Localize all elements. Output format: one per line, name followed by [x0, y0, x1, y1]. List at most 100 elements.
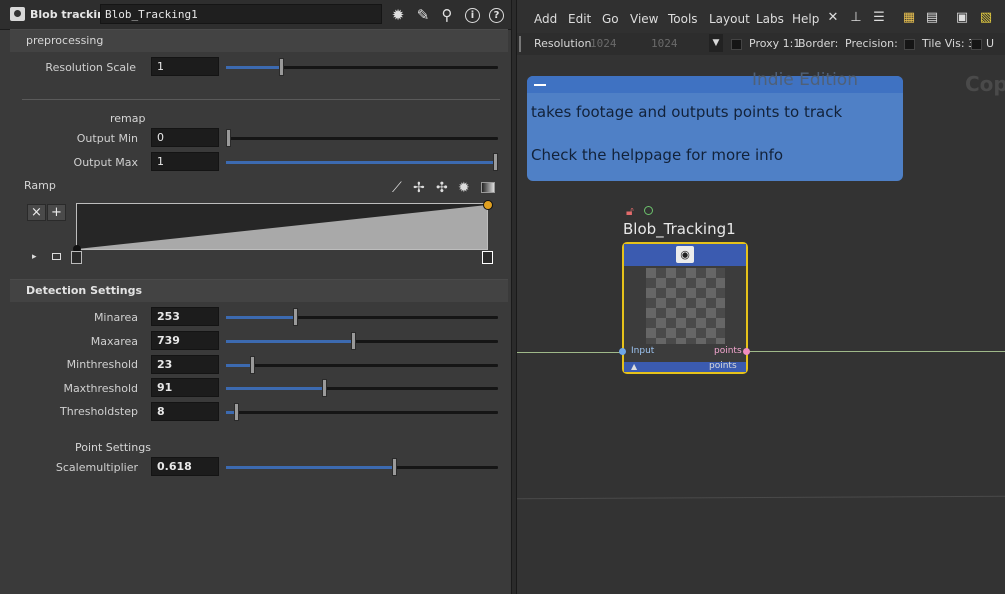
minarea-slider[interactable]: [226, 308, 498, 326]
list-icon[interactable]: ☰: [871, 10, 887, 26]
input-wire[interactable]: [517, 352, 623, 353]
status-icon[interactable]: [644, 206, 653, 215]
resolution-width[interactable]: 1024: [590, 37, 617, 50]
preview-checkerboard: [646, 268, 725, 344]
distribute-icon[interactable]: ✣: [436, 180, 448, 196]
slider-handle[interactable]: [493, 153, 498, 171]
resolution-height[interactable]: 1024: [651, 37, 678, 50]
sticky-note-line2: Check the helppage for more info: [531, 146, 784, 164]
section-detection-settings[interactable]: Detection Settings: [10, 279, 508, 302]
divider: [22, 99, 500, 100]
tree-icon[interactable]: ⊥: [848, 10, 864, 26]
slider-handle[interactable]: [392, 458, 397, 476]
border-label: Border:: [798, 37, 839, 50]
output-min-slider[interactable]: [226, 129, 498, 147]
gear-icon[interactable]: ✹: [389, 6, 407, 24]
output-max-field[interactable]: 1: [151, 152, 219, 171]
menu-go[interactable]: Go: [602, 12, 619, 26]
maxarea-slider[interactable]: [226, 332, 498, 350]
minthreshold-slider[interactable]: [226, 356, 498, 374]
scalemultiplier-slider[interactable]: [226, 458, 498, 476]
scalemultiplier-label: Scalemultiplier: [55, 461, 138, 474]
tilevis-label: Tile Vis: 3: [922, 37, 976, 50]
interpolation-icon[interactable]: ⟋: [392, 180, 402, 196]
u-label: U: [986, 37, 995, 50]
menu-labs[interactable]: Labs: [756, 12, 784, 26]
resolution-dropdown[interactable]: ▼: [709, 34, 723, 52]
ramp-key-left[interactable]: [71, 251, 82, 264]
network-icon[interactable]: ▣: [954, 10, 970, 26]
output-max-slider[interactable]: [226, 153, 498, 171]
footer-label: points: [709, 361, 737, 371]
maxthreshold-field[interactable]: 91: [151, 378, 219, 397]
slider-fill: [226, 466, 392, 469]
slider-handle[interactable]: [234, 403, 239, 421]
menu-help[interactable]: Help: [792, 12, 819, 26]
menu-view[interactable]: View: [630, 12, 658, 26]
collapse-icon[interactable]: [534, 84, 546, 86]
display-flag-eye-icon[interactable]: ◉: [676, 246, 694, 263]
ramp-add-button[interactable]: +: [47, 204, 66, 221]
ramp-remove-button[interactable]: ×: [27, 204, 46, 221]
menu-add[interactable]: Add: [534, 12, 557, 26]
slider-fill: [226, 340, 351, 343]
proxy-checkbox[interactable]: [731, 39, 742, 50]
ramp-editor[interactable]: [76, 203, 488, 250]
thresholdstep-field[interactable]: 8: [151, 402, 219, 421]
tilevis-checkbox[interactable]: [904, 39, 915, 50]
node-type-icon: [10, 7, 25, 21]
minthreshold-field[interactable]: 23: [151, 355, 219, 374]
slider-handle[interactable]: [293, 308, 298, 326]
expand-icon[interactable]: ▲: [631, 362, 637, 371]
sticky-note-icon[interactable]: ▧: [978, 10, 994, 26]
maxarea-field[interactable]: 739: [151, 331, 219, 350]
scalemultiplier-field[interactable]: 0.618: [151, 457, 219, 476]
help-icon[interactable]: ?: [489, 8, 504, 23]
slider-handle[interactable]: [226, 129, 231, 147]
brush-icon[interactable]: ✎: [414, 6, 432, 24]
minthreshold-label: Minthreshold: [66, 358, 138, 371]
gradient-icon[interactable]: [481, 182, 495, 193]
info-icon[interactable]: i: [465, 8, 480, 23]
menu-edit[interactable]: Edit: [568, 12, 591, 26]
move-icon[interactable]: ✢: [413, 180, 425, 196]
output-min-field[interactable]: 0: [151, 128, 219, 147]
output-min-label: Output Min: [76, 132, 138, 145]
input-port[interactable]: [619, 348, 626, 355]
slider-handle[interactable]: [250, 356, 255, 374]
slider-fill: [226, 387, 322, 390]
resolution-scale-field[interactable]: 1: [151, 57, 219, 76]
section-preprocessing[interactable]: preprocessing: [10, 29, 508, 52]
output-wire[interactable]: [749, 351, 1005, 352]
thresholdstep-label: Thresholdstep: [59, 405, 138, 418]
context-label: Cop: [965, 72, 1005, 96]
toolbar-handle: [519, 36, 521, 52]
menu-layout[interactable]: Layout: [709, 12, 750, 26]
node-name-field[interactable]: Blob_Tracking1: [100, 4, 382, 24]
play-icon[interactable]: ▸: [32, 252, 37, 262]
output-port[interactable]: [743, 348, 750, 355]
input-port-label: Input: [631, 346, 655, 356]
lock-icon[interactable]: 🔓︎: [626, 204, 634, 219]
search-icon[interactable]: ⚲: [438, 6, 456, 24]
slider-fill: [226, 364, 250, 367]
tools-icon[interactable]: ✕: [825, 10, 841, 26]
ramp-key-right[interactable]: [482, 251, 493, 264]
resolution-label: Resolution: [534, 37, 592, 50]
section-label: Detection Settings: [26, 284, 142, 297]
minarea-field[interactable]: 253: [151, 307, 219, 326]
slider-handle[interactable]: [351, 332, 356, 350]
keys-icon[interactable]: [52, 253, 61, 260]
slider-handle[interactable]: [322, 379, 327, 397]
u-checkbox[interactable]: [971, 39, 982, 50]
grid-icon[interactable]: ▤: [924, 10, 940, 26]
palette-icon[interactable]: ▦: [901, 10, 917, 26]
slider-handle[interactable]: [279, 58, 284, 76]
resolution-scale-slider[interactable]: [226, 58, 498, 76]
ramp-gear-icon[interactable]: ✹: [458, 180, 470, 196]
ramp-point-active[interactable]: [483, 200, 493, 210]
thresholdstep-slider[interactable]: [226, 403, 498, 421]
maxthreshold-slider[interactable]: [226, 379, 498, 397]
node-name-label: Blob_Tracking1: [623, 220, 736, 238]
menu-tools[interactable]: Tools: [668, 12, 698, 26]
